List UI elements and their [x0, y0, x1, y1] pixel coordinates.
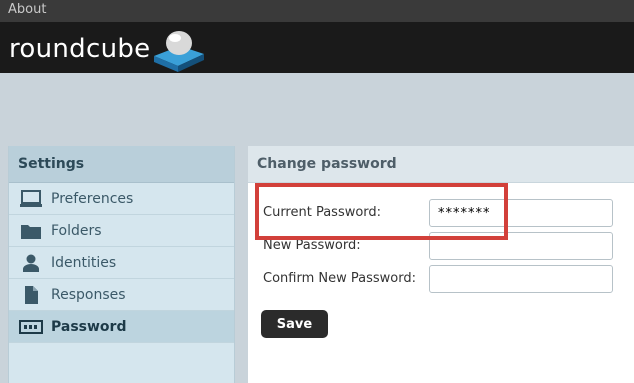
- folder-icon: [19, 221, 43, 241]
- about-link[interactable]: About: [8, 2, 46, 17]
- logo-text[interactable]: roundcube: [9, 34, 150, 64]
- sidebar-item-responses[interactable]: Responses: [9, 279, 234, 311]
- settings-sidebar: Settings Preferences Folders Identities …: [8, 146, 235, 383]
- app-header: roundcube: [0, 22, 634, 73]
- sidebar-title: Settings: [9, 146, 234, 183]
- top-bar: About: [0, 0, 634, 22]
- person-icon: [19, 253, 43, 273]
- sidebar-item-preferences[interactable]: Preferences: [9, 183, 234, 215]
- sidebar-item-label: Preferences: [51, 190, 134, 207]
- new-password-label: New Password:: [263, 238, 361, 253]
- sidebar-item-password[interactable]: Password: [9, 311, 234, 343]
- sidebar-item-label: Folders: [51, 222, 102, 239]
- save-button[interactable]: Save: [261, 310, 328, 338]
- document-icon: [19, 285, 43, 305]
- header-band: [0, 73, 634, 145]
- monitor-icon: [19, 189, 43, 209]
- sidebar-item-folders[interactable]: Folders: [9, 215, 234, 247]
- change-password-panel: Change password Current Password: ******…: [248, 146, 634, 383]
- sidebar-item-identities[interactable]: Identities: [9, 247, 234, 279]
- sidebar-item-label: Responses: [51, 286, 126, 303]
- password-icon: [19, 317, 43, 337]
- confirm-password-input[interactable]: [429, 265, 613, 293]
- sidebar-item-label: Identities: [51, 254, 117, 271]
- sidebar-item-label: Password: [51, 318, 127, 335]
- panel-title: Change password: [248, 146, 634, 183]
- confirm-password-label: Confirm New Password:: [263, 271, 416, 286]
- roundcube-logo-icon[interactable]: [150, 24, 208, 74]
- highlight-annotation-box: [255, 183, 508, 240]
